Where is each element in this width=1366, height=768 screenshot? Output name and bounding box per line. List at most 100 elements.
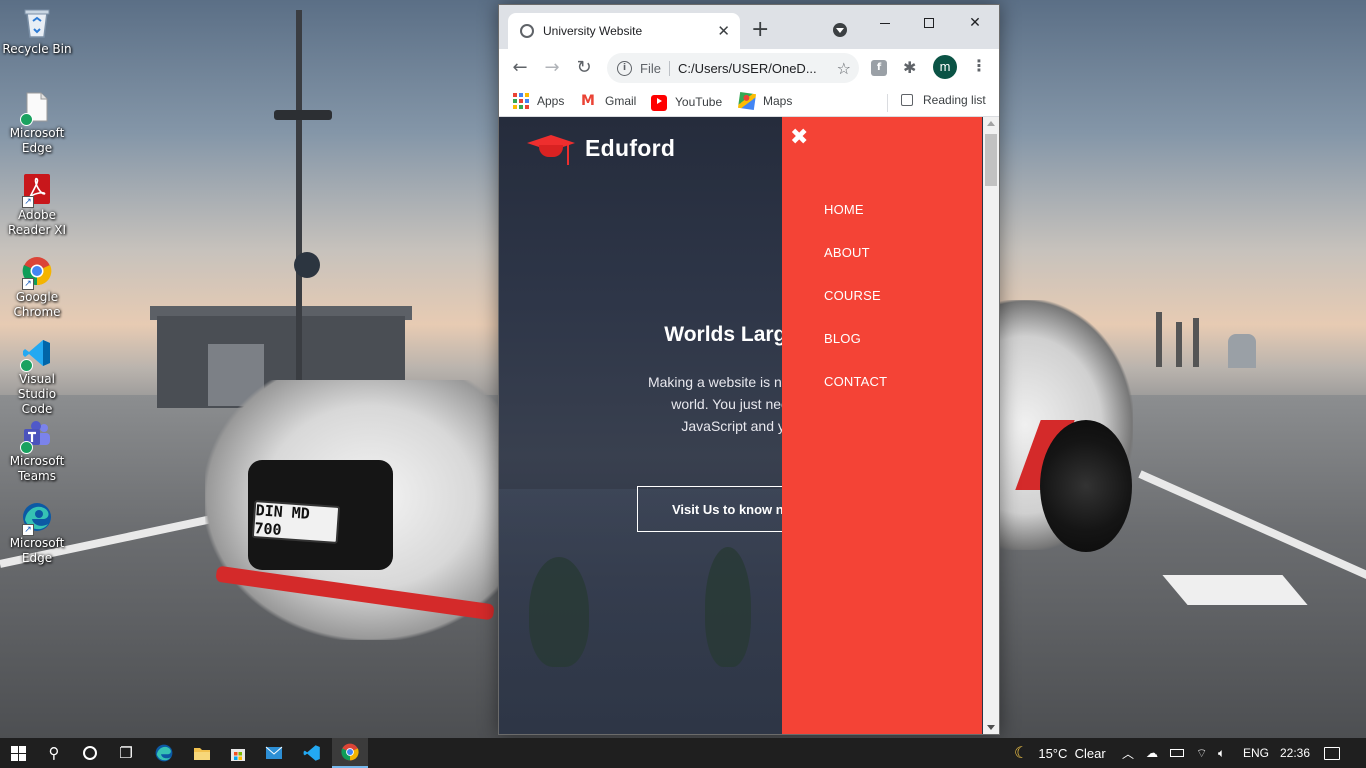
- nav-link-about[interactable]: ABOUT: [824, 244, 887, 287]
- wifi-icon: ⌔: [1196, 745, 1208, 760]
- wallpaper-chimney: [1176, 322, 1182, 367]
- gmail-icon: M: [581, 93, 595, 109]
- weather-widget[interactable]: ☾ 15°C Clear: [1014, 738, 1106, 768]
- notification-icon: [1324, 746, 1340, 760]
- scroll-thumb[interactable]: [985, 134, 997, 186]
- scroll-down-arrow-icon[interactable]: [987, 725, 995, 730]
- bookmarks-bar: Apps M Gmail YouTube Maps Reading list: [499, 87, 999, 117]
- tray-onedrive[interactable]: ☁: [1146, 738, 1158, 768]
- wallpaper-chimney: [1156, 312, 1162, 367]
- site-logo[interactable]: Eduford: [527, 129, 675, 167]
- teams-icon: [20, 418, 54, 454]
- minimize-button[interactable]: [865, 11, 905, 35]
- bookmark-apps[interactable]: Apps: [513, 93, 564, 109]
- taskbar-edge[interactable]: [146, 738, 182, 768]
- nav-link-contact[interactable]: CONTACT: [824, 373, 887, 416]
- desktop-icon-label: Microsoft Teams: [9, 454, 65, 483]
- maximize-icon: [924, 18, 934, 28]
- tab-title: University Website: [543, 24, 643, 38]
- desktop-icon-edge-file[interactable]: Microsoft Edge: [0, 90, 74, 156]
- nav-link-course[interactable]: COURSE: [824, 287, 887, 330]
- shortcut-arrow-icon: ↗: [22, 196, 34, 208]
- menu-kebab-icon[interactable]: ⋮: [971, 58, 987, 74]
- tray-wifi[interactable]: ⌔: [1196, 738, 1207, 768]
- reload-button[interactable]: ↻: [573, 57, 595, 79]
- hero-tree: [705, 547, 751, 667]
- chevron-up-icon: ︿: [1122, 746, 1135, 761]
- reading-list-button[interactable]: Reading list: [901, 93, 986, 107]
- taskbar-vscode[interactable]: [294, 738, 330, 768]
- tab-university-website[interactable]: University Website ✕: [508, 13, 740, 49]
- bookmark-gmail[interactable]: M Gmail: [581, 93, 636, 109]
- tray-show-hidden[interactable]: ︿: [1122, 738, 1134, 768]
- reload-icon: ↻: [576, 57, 592, 78]
- brand-name: Eduford: [585, 134, 676, 161]
- bookmark-label: Maps: [763, 94, 793, 108]
- new-tab-button[interactable]: +: [751, 19, 769, 41]
- tab-close-icon[interactable]: ✕: [717, 22, 730, 40]
- profile-avatar[interactable]: m: [933, 55, 957, 79]
- extension-icon[interactable]: f: [871, 60, 887, 76]
- desktop-icon-microsoft-edge[interactable]: ↗ Microsoft Edge: [0, 500, 74, 566]
- tray-clock[interactable]: 22:36: [1280, 738, 1310, 768]
- info-icon[interactable]: i: [617, 60, 632, 76]
- maximize-button[interactable]: [909, 11, 949, 35]
- menu-close-icon[interactable]: ✖: [790, 123, 808, 153]
- desktop-icon-recycle-bin[interactable]: Recycle Bin: [0, 6, 74, 57]
- puzzle-extensions-icon[interactable]: ✱: [903, 58, 916, 77]
- desktop-icon-label: Microsoft Edge: [9, 536, 65, 565]
- bookmark-star-icon[interactable]: ☆: [837, 59, 851, 78]
- wallpaper-cooling-tower: [1228, 334, 1256, 368]
- desktop-icon-google-chrome[interactable]: ↗ Google Chrome: [0, 254, 74, 320]
- vertical-scrollbar[interactable]: [983, 117, 999, 734]
- back-button[interactable]: ←: [509, 57, 531, 79]
- scroll-up-arrow-icon[interactable]: [987, 121, 995, 126]
- bookmark-label: Reading list: [923, 93, 986, 107]
- hero-tree: [529, 557, 589, 667]
- task-view-button[interactable]: ❐: [108, 738, 144, 768]
- address-bar[interactable]: i File C:/Users/USER/OneD... ☆: [607, 53, 859, 83]
- reading-list-icon: [901, 94, 913, 106]
- desktop-icon-vscode[interactable]: Visual Studio Code: [0, 336, 74, 417]
- wallpaper-road-line: [1162, 575, 1308, 605]
- shortcut-arrow-icon: ↗: [22, 278, 34, 290]
- apps-grid-icon: [513, 93, 529, 109]
- tray-volume[interactable]: 🔈︎: [1218, 738, 1225, 768]
- start-button[interactable]: [0, 738, 36, 768]
- minimize-icon: [880, 22, 890, 24]
- tab-search-icon[interactable]: [833, 23, 847, 37]
- search-button[interactable]: ⚲: [36, 738, 72, 768]
- wallpaper-license-plate: DIN MD 700: [251, 500, 341, 544]
- close-window-button[interactable]: ✕: [955, 11, 995, 35]
- bookmarks-divider: [887, 94, 888, 112]
- taskbar-file-explorer[interactable]: [184, 738, 220, 768]
- bookmark-maps[interactable]: Maps: [737, 91, 793, 111]
- cortana-button[interactable]: [72, 738, 108, 768]
- tray-battery[interactable]: [1170, 738, 1184, 768]
- arrow-left-icon: ←: [512, 57, 528, 78]
- taskbar-store[interactable]: [220, 738, 256, 768]
- vscode-icon: [20, 336, 54, 372]
- close-icon: ✕: [969, 15, 981, 31]
- tray-language[interactable]: ENG: [1243, 738, 1269, 768]
- nav-link-home[interactable]: HOME: [824, 201, 887, 244]
- chrome-icon: ↗: [20, 254, 54, 290]
- taskbar-mail[interactable]: [256, 738, 292, 768]
- url-text[interactable]: C:/Users/USER/OneD...: [678, 61, 837, 76]
- action-center-button[interactable]: [1324, 738, 1340, 768]
- desktop-icon-adobe-reader[interactable]: ↗ Adobe Reader XI: [0, 172, 74, 238]
- edge-icon: ↗: [20, 500, 54, 536]
- task-view-icon: ❐: [119, 744, 133, 762]
- arrow-right-icon: →: [544, 57, 560, 78]
- weather-text: 15°C Clear: [1038, 745, 1106, 761]
- chrome-icon: [341, 743, 359, 761]
- desktop-icon-teams[interactable]: Microsoft Teams: [0, 418, 74, 484]
- vscode-icon: [303, 745, 320, 761]
- tab-strip: University Website ✕ + ✕: [499, 5, 999, 49]
- bookmark-youtube[interactable]: YouTube: [651, 93, 722, 111]
- bookmark-label: YouTube: [675, 95, 723, 109]
- nav-link-blog[interactable]: BLOG: [824, 330, 887, 373]
- desktop-icon-label: Microsoft Edge: [9, 126, 65, 155]
- taskbar-chrome[interactable]: [332, 738, 368, 768]
- forward-button[interactable]: →: [541, 57, 563, 79]
